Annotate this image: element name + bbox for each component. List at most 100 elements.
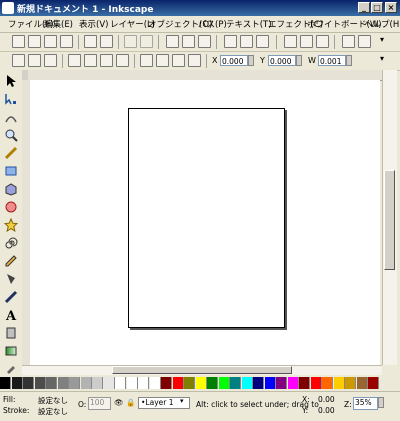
palette-swatch[interactable] bbox=[92, 377, 103, 389]
eye-visibility-icon[interactable]: 👁 bbox=[114, 398, 124, 407]
palette-swatch[interactable] bbox=[149, 377, 161, 389]
group-icon[interactable] bbox=[342, 35, 355, 48]
chevron-down-icon[interactable]: ▾ bbox=[180, 397, 184, 405]
ellipse-tool-icon[interactable] bbox=[4, 200, 18, 214]
lock-icon[interactable]: 🔒 bbox=[126, 398, 135, 407]
stroke-indicator[interactable]: 設定なし bbox=[38, 406, 68, 417]
palette-swatch[interactable] bbox=[218, 377, 230, 389]
menu-path[interactable]: パス(P) bbox=[198, 18, 227, 30]
dropper-tool-icon[interactable] bbox=[4, 360, 18, 374]
rotate-cw-icon[interactable] bbox=[84, 54, 97, 67]
palette-swatch[interactable] bbox=[138, 377, 149, 389]
document-page[interactable] bbox=[128, 108, 285, 328]
new-document-icon[interactable] bbox=[12, 35, 25, 48]
inkscape-app-icon[interactable] bbox=[2, 2, 14, 14]
x-spinner[interactable] bbox=[248, 55, 254, 66]
palette-swatch[interactable] bbox=[287, 377, 299, 389]
raise-icon[interactable] bbox=[156, 54, 169, 67]
palette-swatch[interactable] bbox=[368, 377, 379, 389]
rotate-ccw-icon[interactable] bbox=[68, 54, 81, 67]
spray-tool-icon[interactable] bbox=[4, 326, 18, 340]
controls-overflow-icon[interactable]: ▾ bbox=[380, 54, 393, 67]
palette-swatch[interactable] bbox=[172, 377, 184, 389]
palette-swatch[interactable] bbox=[356, 377, 368, 389]
palette-swatch[interactable] bbox=[126, 377, 138, 389]
copy-icon[interactable] bbox=[166, 35, 179, 48]
palette-swatch[interactable] bbox=[310, 377, 322, 389]
palette-swatch[interactable] bbox=[230, 377, 241, 389]
palette-swatch[interactable] bbox=[80, 377, 92, 389]
undo-icon[interactable] bbox=[124, 35, 137, 48]
palette-swatch[interactable] bbox=[23, 377, 34, 389]
drawing-canvas[interactable] bbox=[30, 80, 380, 365]
lower-to-bottom-icon[interactable] bbox=[188, 54, 201, 67]
palette-swatch[interactable] bbox=[184, 377, 195, 389]
palette-swatch[interactable] bbox=[264, 377, 276, 389]
vertical-scrollbar[interactable] bbox=[382, 70, 397, 365]
calligraphy-tool-icon[interactable] bbox=[4, 290, 18, 304]
palette-swatch[interactable] bbox=[11, 377, 23, 389]
palette-swatch[interactable] bbox=[34, 377, 46, 389]
y-input[interactable]: 0.000 bbox=[268, 55, 296, 66]
palette-swatch[interactable] bbox=[207, 377, 218, 389]
rectangle-tool-icon[interactable] bbox=[4, 164, 18, 178]
save-icon[interactable] bbox=[44, 35, 57, 48]
zoom-page-icon[interactable] bbox=[256, 35, 269, 48]
3d-box-tool-icon[interactable] bbox=[4, 182, 18, 196]
import-icon[interactable] bbox=[84, 35, 97, 48]
selector-tool-icon[interactable] bbox=[4, 74, 18, 88]
vertical-scroll-thumb[interactable] bbox=[384, 170, 395, 270]
palette-swatch[interactable] bbox=[345, 377, 356, 389]
ungroup-icon[interactable] bbox=[358, 35, 371, 48]
select-all-layers-icon[interactable] bbox=[28, 54, 41, 67]
horizontal-scrollbar[interactable] bbox=[22, 365, 382, 375]
print-icon[interactable] bbox=[60, 35, 73, 48]
zoom-tool-icon[interactable] bbox=[4, 128, 18, 142]
raise-to-top-icon[interactable] bbox=[140, 54, 153, 67]
opacity-input[interactable]: 100 bbox=[88, 397, 111, 410]
palette-swatch[interactable] bbox=[69, 377, 80, 389]
duplicate-icon[interactable] bbox=[284, 35, 297, 48]
lower-icon[interactable] bbox=[172, 54, 185, 67]
measure-tool-icon[interactable] bbox=[4, 146, 18, 160]
toolbar-overflow-icon[interactable]: ▾ bbox=[380, 35, 393, 48]
paste-icon[interactable] bbox=[198, 35, 211, 48]
menu-text[interactable]: テキスト(T) bbox=[226, 18, 272, 30]
palette-swatch[interactable] bbox=[241, 377, 253, 389]
x-input[interactable]: 0.000 bbox=[220, 55, 248, 66]
open-file-icon[interactable] bbox=[28, 35, 41, 48]
flip-vertical-icon[interactable] bbox=[116, 54, 129, 67]
palette-swatch[interactable] bbox=[253, 377, 264, 389]
text-tool-icon[interactable]: A bbox=[4, 308, 18, 322]
zoom-drawing-icon[interactable] bbox=[240, 35, 253, 48]
menu-edit[interactable]: 編集(E) bbox=[44, 18, 73, 30]
redo-icon[interactable] bbox=[140, 35, 153, 48]
palette-swatch[interactable] bbox=[161, 377, 172, 389]
clone-icon[interactable] bbox=[300, 35, 313, 48]
palette-swatch[interactable] bbox=[103, 377, 115, 389]
star-tool-icon[interactable] bbox=[4, 218, 18, 232]
menu-view[interactable]: 表示(V) bbox=[79, 18, 108, 30]
flip-horizontal-icon[interactable] bbox=[100, 54, 113, 67]
menu-help[interactable]: ヘルプ(H) bbox=[364, 18, 400, 30]
close-button[interactable]: × bbox=[385, 2, 397, 13]
horizontal-scroll-thumb[interactable] bbox=[112, 366, 292, 374]
node-tool-icon[interactable] bbox=[4, 92, 18, 106]
palette-swatch[interactable] bbox=[0, 377, 11, 389]
pen-tool-icon[interactable] bbox=[4, 272, 18, 286]
minimize-button[interactable]: _ bbox=[358, 2, 370, 13]
palette-swatch[interactable] bbox=[276, 377, 287, 389]
palette-swatch[interactable] bbox=[57, 377, 69, 389]
palette-swatch[interactable] bbox=[115, 377, 126, 389]
palette-swatch[interactable] bbox=[322, 377, 333, 389]
w-input[interactable]: 0.001 bbox=[318, 55, 346, 66]
cut-icon[interactable] bbox=[182, 35, 195, 48]
palette-swatch[interactable] bbox=[46, 377, 57, 389]
export-icon[interactable] bbox=[100, 35, 113, 48]
maximize-button[interactable]: □ bbox=[371, 2, 383, 13]
zoom-spinner[interactable] bbox=[378, 397, 384, 408]
deselect-icon[interactable] bbox=[44, 54, 57, 67]
palette-swatch[interactable] bbox=[299, 377, 310, 389]
palette-swatch[interactable] bbox=[333, 377, 345, 389]
pencil-tool-icon[interactable] bbox=[4, 254, 18, 268]
